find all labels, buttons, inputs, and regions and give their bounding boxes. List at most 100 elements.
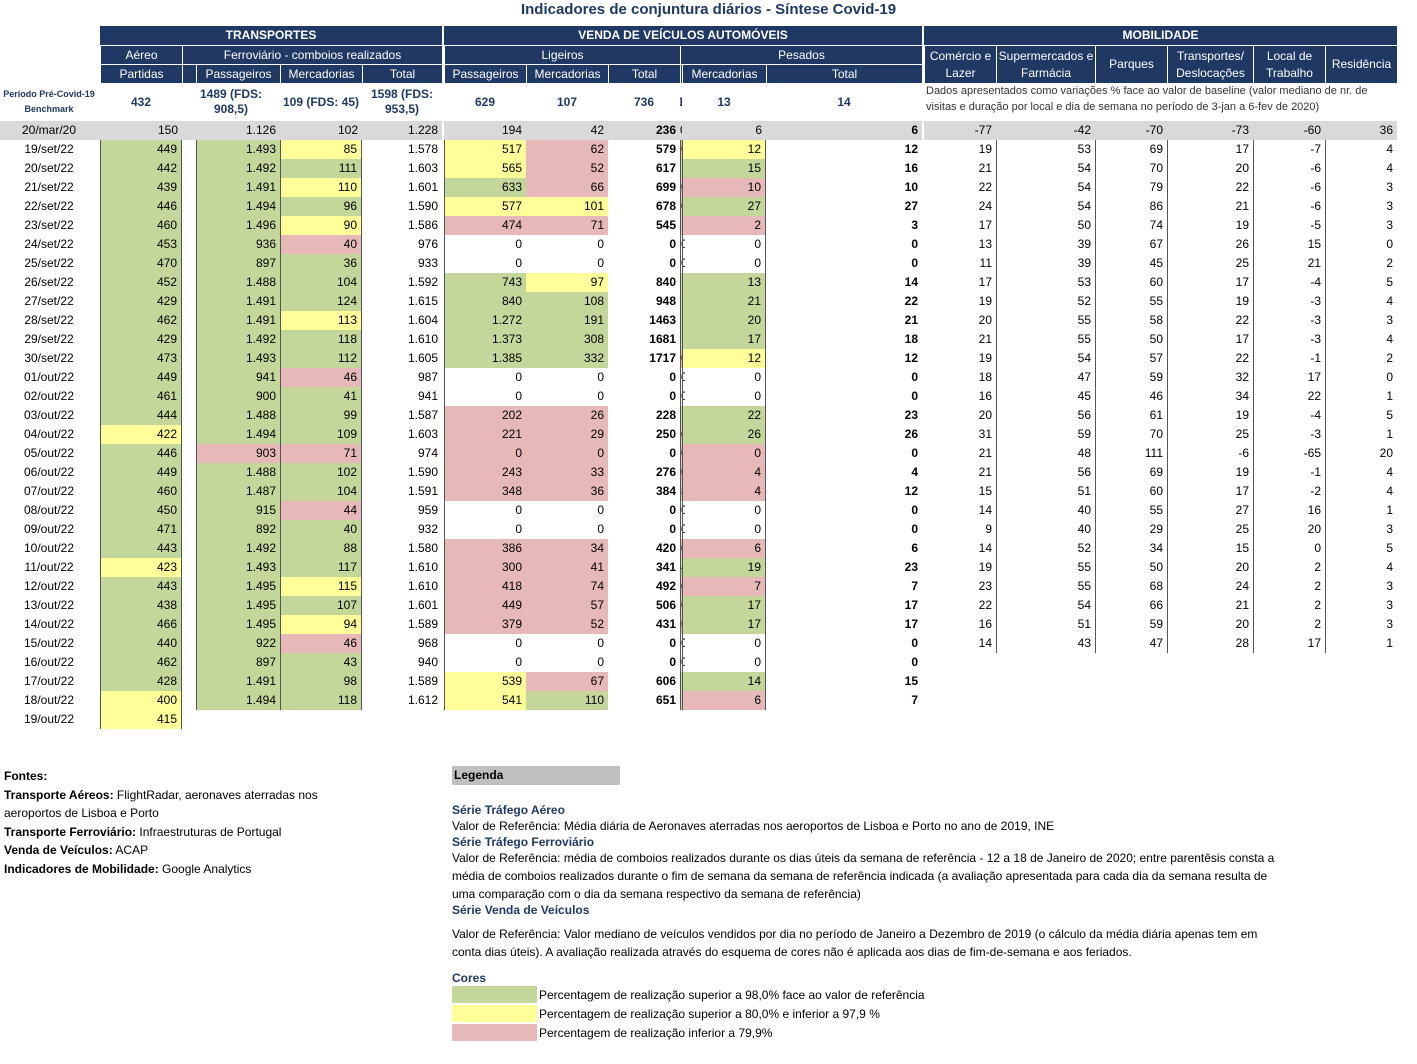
row-value: 1.610	[407, 332, 438, 346]
row-value: 449	[100, 368, 182, 387]
col-comercio-lazer: Comércio e Lazer	[924, 45, 996, 83]
row-mobility-value: 51	[996, 615, 1095, 634]
row-value: 12	[682, 349, 766, 368]
row-value: 0	[911, 370, 918, 384]
row-mobility-value: 20	[978, 313, 992, 327]
row-value: 0	[911, 503, 918, 517]
row-value: 40	[280, 235, 362, 254]
row-value: 444	[100, 406, 182, 425]
row-mobility-value: 57	[1095, 349, 1167, 368]
row-mobility-value: 39	[996, 254, 1095, 273]
row-value: 0	[682, 387, 766, 406]
row-value: 565	[444, 159, 526, 178]
row-value: 1.495	[196, 596, 280, 615]
col-partidas: Partidas	[100, 64, 182, 83]
row-value: 959	[417, 503, 438, 517]
row-date: 13/out/22	[23, 598, 75, 612]
ref-value: 6	[766, 121, 922, 140]
row-mobility-value: 14	[978, 503, 992, 517]
row-value: 579	[655, 142, 676, 156]
ref-mobility: -70	[1095, 121, 1167, 140]
row-mobility-value: 50	[1095, 330, 1167, 349]
row-mobility-value: 32	[1167, 368, 1253, 387]
row-mobility-value: 16	[978, 617, 992, 631]
row-value: 115	[280, 577, 362, 596]
row-value: 1.488	[196, 406, 280, 425]
row-value: 332	[526, 349, 608, 368]
row-mobility-value: 19	[1167, 463, 1253, 482]
benchmark-value: 14	[837, 94, 851, 109]
benchmark-value: 432	[130, 94, 152, 109]
row-mobility-value: -4	[1253, 406, 1325, 425]
sources: Fontes: Transporte Aéreos: FlightRadar, …	[4, 767, 344, 878]
row-value: 0	[669, 389, 676, 403]
row-value: 840	[655, 275, 676, 289]
row-value: 0	[597, 522, 604, 536]
benchmark-value: 107	[556, 94, 578, 109]
row-mobility-value: -3	[1253, 425, 1325, 444]
row-value: 577	[444, 197, 526, 216]
row-mobility-value: 69	[1095, 140, 1167, 159]
row-value: 384	[655, 484, 676, 498]
row-value: 1.601	[407, 598, 438, 612]
row-value: 449	[100, 463, 182, 482]
row-mobility-value: 21	[978, 161, 992, 175]
row-mobility-value: 21	[978, 446, 992, 460]
row-mobility-value: 20	[1325, 444, 1397, 463]
row-value: 110	[526, 691, 608, 710]
row-value: 1.491	[196, 292, 280, 311]
benchmark-value: 1489 (FDS: 908,5)	[199, 87, 263, 116]
row-mobility-value: -6	[1253, 178, 1325, 197]
row-value: 1.587	[407, 408, 438, 422]
row-mobility-value: 34	[1095, 539, 1167, 558]
benchmark-label: Período Pré-Covid-19 Benchmark	[3, 89, 95, 114]
row-mobility-value: -7	[1253, 140, 1325, 159]
row-value: 52	[526, 615, 608, 634]
legend-color-red: Percentagem de realização inferior a 79,…	[452, 1023, 1282, 1042]
row-value: 27	[682, 197, 766, 216]
legend: Legenda Série Tráfego Aéreo Valor de Ref…	[452, 766, 1282, 1042]
row-mobility-value: 4	[1325, 330, 1397, 349]
row-date: 04/out/22	[23, 427, 75, 441]
row-value: 1717	[649, 351, 676, 365]
row-mobility-value: 2	[1253, 615, 1325, 634]
row-mobility-value: 24	[1167, 577, 1253, 596]
row-mobility-value: 54	[996, 349, 1095, 368]
row-value: 423	[100, 558, 182, 577]
row-value: 0	[444, 387, 526, 406]
col-residencia: Residência	[1325, 45, 1397, 83]
row-value: 1.612	[407, 693, 438, 707]
row-value: 15	[682, 159, 766, 178]
row-mobility-value: 19	[1167, 292, 1253, 311]
row-value: 22	[682, 406, 766, 425]
row-date: 24/set/22	[24, 237, 74, 251]
row-value: 0	[669, 655, 676, 669]
row-mobility-value: 19	[978, 351, 992, 365]
row-mobility-value: 9	[985, 522, 992, 536]
row-mobility-value: 53	[996, 140, 1095, 159]
row-mobility-value: 23	[978, 579, 992, 593]
source-key: Indicadores de Mobilidade:	[4, 861, 159, 876]
row-value: 94	[280, 615, 362, 634]
row-value: 0	[597, 237, 604, 251]
row-mobility-value: 21	[1167, 596, 1253, 615]
row-value: 517	[444, 140, 526, 159]
row-date: 09/out/22	[23, 522, 75, 536]
ref-spacer	[182, 121, 196, 140]
row-value: 0	[669, 370, 676, 384]
row-mobility-value: 79	[1095, 178, 1167, 197]
row-mobility-value: 66	[1095, 596, 1167, 615]
row-value: 1.492	[196, 539, 280, 558]
row-mobility-value: -6	[1167, 444, 1253, 463]
row-value: 23	[904, 408, 918, 422]
row-mobility-value: 45	[996, 387, 1095, 406]
row-value: 438	[100, 596, 182, 615]
row-value: 440	[100, 634, 182, 653]
row-value: 460	[100, 216, 182, 235]
row-value: 0	[669, 636, 676, 650]
row-value: 1.373	[444, 330, 526, 349]
row-value: 379	[444, 615, 526, 634]
col-pes-total: Total	[766, 64, 922, 83]
row-mobility-value: 54	[996, 159, 1095, 178]
row-mobility-value: 17	[978, 275, 992, 289]
